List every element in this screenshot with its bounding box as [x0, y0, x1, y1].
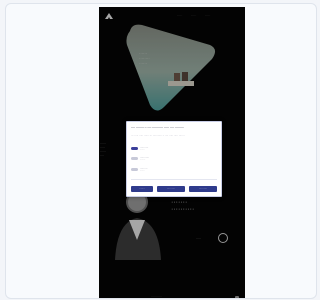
option-sub: ·······	[140, 149, 145, 151]
reject-all-button[interactable]: ··········	[157, 186, 185, 192]
cookie-consent-dialog: ···· ········ ·· ···· ··········· ····· …	[126, 121, 222, 197]
consent-description: ··· ····· ····· ······ ··· ··········· ·…	[131, 134, 185, 137]
option-sub: ·······	[140, 170, 145, 172]
preview-card: ····· ····· ····· ······ ········ ······…	[5, 3, 317, 299]
toggle-switch[interactable]	[131, 157, 138, 160]
consent-option-1[interactable]: ·········· ·······	[131, 146, 217, 154]
website-screenshot: ····· ····· ····· ······ ········ ······…	[99, 7, 245, 298]
divider	[131, 179, 217, 180]
toggle-switch[interactable]	[131, 168, 138, 171]
accept-all-button[interactable]: ··········	[189, 186, 217, 192]
toggle-switch[interactable]	[131, 147, 138, 150]
consent-option-3[interactable]: ········· ·······	[131, 167, 217, 175]
consent-title: ···· ········ ·· ···· ··········· ····· …	[131, 125, 184, 129]
option-sub: ········	[140, 159, 146, 161]
save-preferences-button[interactable]: ·······	[131, 186, 153, 192]
consent-option-2[interactable]: ··········· ········	[131, 156, 217, 164]
